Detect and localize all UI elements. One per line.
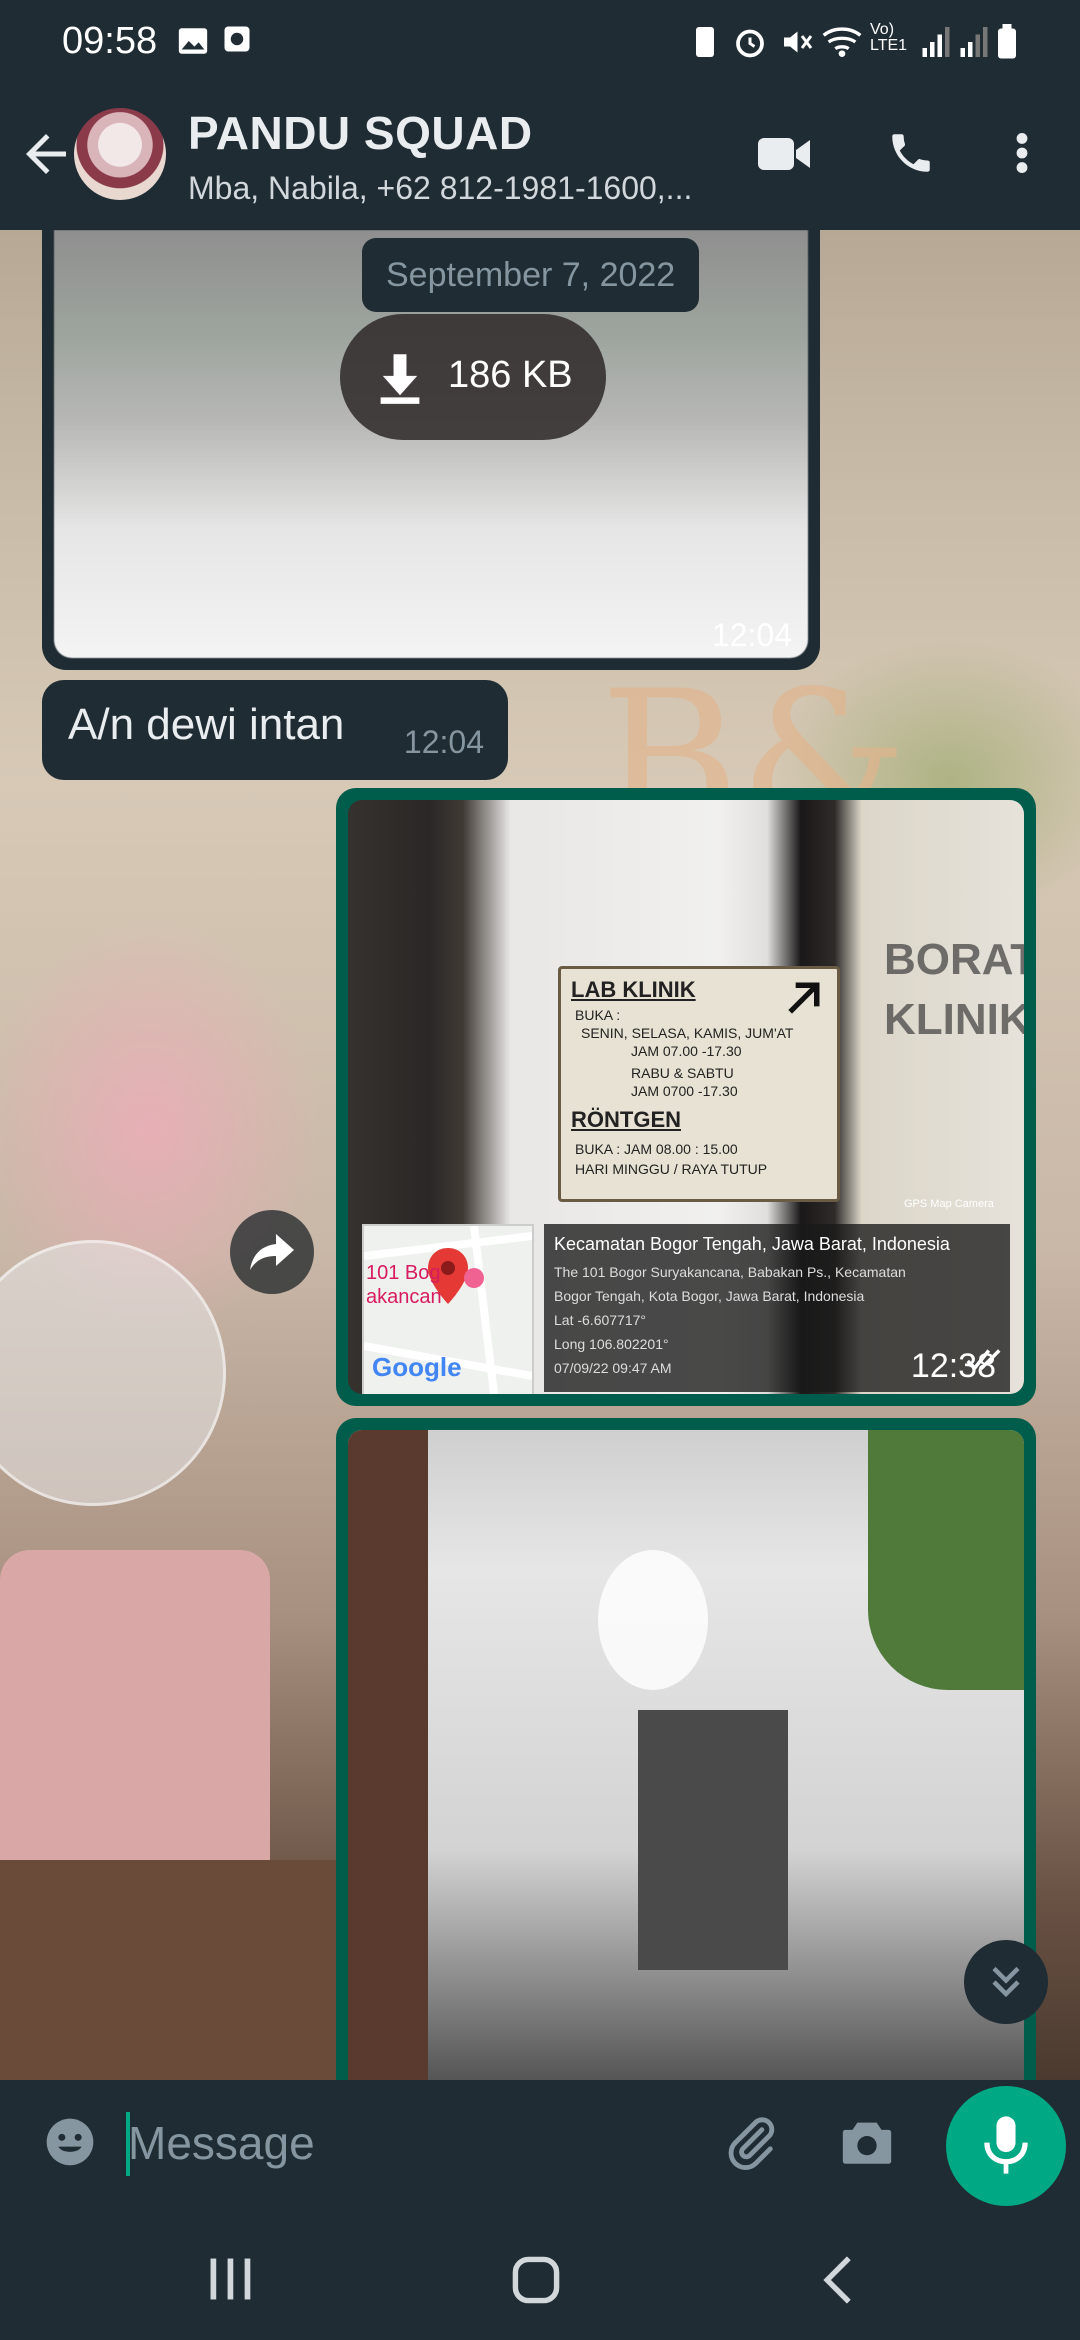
image-message-3[interactable]: [336, 1418, 1036, 2080]
phone-icon[interactable]: [886, 128, 936, 183]
poster: [638, 1710, 788, 1970]
volte-icon: Vo) LTE1: [870, 21, 908, 54]
scroll-down-icon: [988, 1962, 1024, 2007]
geo-line: Long 106.802201°: [554, 1336, 669, 1352]
status-time: 09:58: [62, 20, 158, 62]
back-arrow-icon[interactable]: [16, 124, 76, 184]
photo-lab-klinik[interactable]: LAB KLINIK BUKA : SENIN, SELASA, KAMIS, …: [348, 800, 1024, 1394]
geo-title: Kecamatan Bogor Tengah, Jawa Barat, Indo…: [554, 1234, 950, 1254]
clinic-sign: LAB KLINIK BUKA : SENIN, SELASA, KAMIS, …: [558, 966, 840, 1202]
brick-wall: [348, 1430, 428, 2080]
ceiling-lamp: [598, 1550, 708, 1690]
signal-2-icon: [958, 24, 990, 65]
chat-area[interactable]: B& 186 KB 12:04 September 7, 2022 A/n de…: [0, 230, 1080, 2080]
plant: [868, 1430, 1024, 1690]
chat-header: PANDU SQUAD Mba, Nabila, +62 812-1981-16…: [0, 84, 1080, 230]
message-composer: [0, 2080, 1080, 2210]
sign-heading-lab: LAB KLINIK: [571, 977, 696, 1002]
scroll-down-button[interactable]: [964, 1940, 1048, 2024]
download-size: 186 KB: [448, 354, 573, 396]
system-nav-bar: [0, 2214, 1080, 2340]
home-icon[interactable]: [510, 2254, 562, 2311]
nav-back-icon[interactable]: [820, 2254, 856, 2311]
attach-icon[interactable]: [722, 2114, 780, 2177]
battery-saver-icon: [690, 24, 720, 65]
recents-icon[interactable]: [206, 2256, 256, 2307]
sign-line: JAM 07.00 -17.30: [631, 1043, 742, 1059]
mute-icon: [778, 24, 814, 65]
screenshot-icon: [222, 24, 252, 59]
glass-door-text: BORATORKLINIK: [884, 935, 1024, 1044]
wallpaper-gift: [0, 1550, 270, 1890]
geo-line: Lat -6.607717°: [554, 1312, 647, 1328]
download-icon: [374, 350, 426, 411]
date-chip: September 7, 2022: [362, 238, 700, 312]
camera-icon[interactable]: [838, 2114, 896, 2175]
message-input-bar[interactable]: [14, 2084, 926, 2200]
message-text: A/n dewi intan: [68, 700, 345, 749]
group-avatar[interactable]: [74, 108, 166, 200]
wallpaper-balloon: [0, 1240, 226, 1506]
image-message-2[interactable]: LAB KLINIK BUKA : SENIN, SELASA, KAMIS, …: [336, 788, 1036, 1406]
sign-line: BUKA : JAM 08.00 : 15.00: [575, 1141, 738, 1157]
double-check-icon: [966, 1347, 1008, 1380]
chat-subtitle[interactable]: Mba, Nabila, +62 812-1981-1600,...: [188, 170, 692, 207]
forward-icon: [248, 1230, 296, 1279]
sign-line: JAM 0700 -17.30: [631, 1083, 738, 1099]
gallery-icon: [176, 24, 210, 63]
mic-button[interactable]: [946, 2086, 1066, 2206]
signal-1-icon: [920, 24, 952, 65]
message-time: 12:04: [403, 724, 484, 760]
gps-camera-label: GPS Map Camera: [904, 1198, 994, 1210]
more-vert-icon[interactable]: [1004, 128, 1040, 183]
emoji-icon[interactable]: [42, 2114, 98, 2175]
alarm-icon: [732, 24, 768, 65]
google-logo: Google: [372, 1352, 462, 1382]
map-label: 101 Bog: [366, 1262, 441, 1284]
map-label: akancan: [366, 1286, 442, 1308]
arrow-sign-icon: [781, 977, 825, 1026]
sign-heading-rontgen: RÖNTGEN: [571, 1107, 681, 1132]
sign-line: BUKA :: [575, 1007, 621, 1023]
geo-line: 07/09/22 09:47 AM: [554, 1360, 672, 1376]
geo-line: Bogor Tengah, Kota Bogor, Jawa Barat, In…: [554, 1288, 865, 1304]
geo-line: The 101 Bogor Suryakancana, Babakan Ps.,…: [554, 1264, 906, 1280]
sign-line: HARI MINGGU / RAYA TUTUP: [575, 1161, 768, 1177]
message-input[interactable]: [126, 2106, 710, 2180]
sign-line: SENIN, SELASA, KAMIS, JUM'AT: [581, 1025, 794, 1041]
status-bar: 09:58 Vo) LTE1: [0, 0, 1080, 84]
forward-button[interactable]: [230, 1210, 314, 1294]
mic-icon: [982, 2114, 1030, 2181]
map-thumbnail: 101 Bog akancan Google: [362, 1224, 534, 1394]
chat-title[interactable]: PANDU SQUAD: [188, 106, 533, 160]
sign-line: RABU & SABTU: [631, 1065, 734, 1081]
battery-icon: [996, 24, 1018, 65]
wifi-icon: [822, 24, 862, 65]
message-time: 12:04: [711, 617, 792, 653]
download-button[interactable]: 186 KB: [340, 314, 606, 440]
video-call-icon[interactable]: [756, 132, 812, 181]
photo-cafe-selfie[interactable]: [348, 1430, 1024, 2080]
text-message[interactable]: A/n dewi intan 12:04: [42, 680, 508, 780]
